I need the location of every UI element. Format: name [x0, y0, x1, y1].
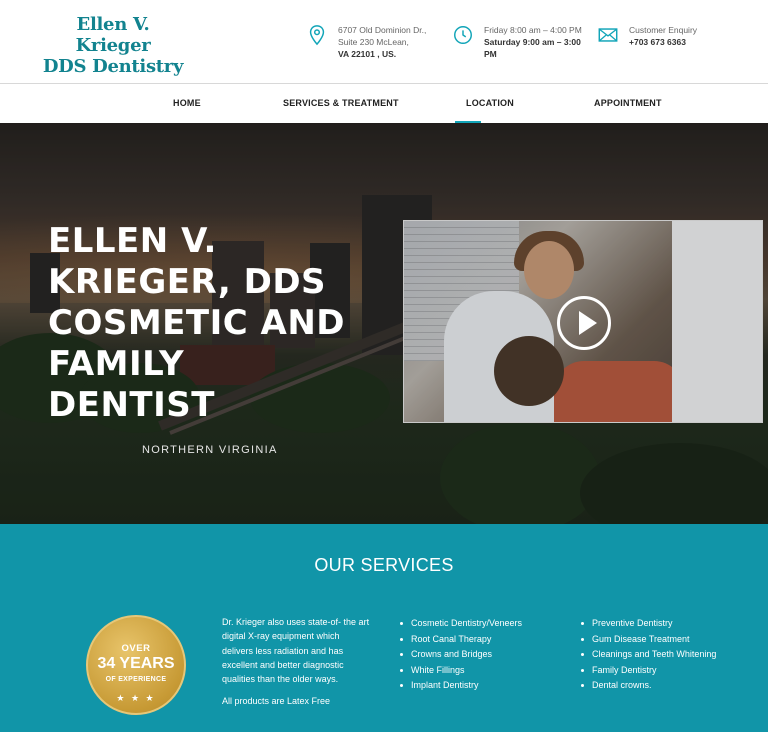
nav-services-treatment[interactable]: SERVICES & TREATMENT [283, 84, 399, 123]
site-logo[interactable]: Ellen V. Krieger DDS Dentistry [40, 14, 186, 77]
list-item[interactable]: Cosmetic Dentistry/Veneers [400, 616, 522, 632]
hero-banner: ELLEN V. KRIEGER, DDS COSMETIC AND FAMIL… [0, 123, 768, 524]
badge-line-3: OF EXPERIENCE [105, 676, 167, 683]
clock-icon [454, 26, 472, 44]
site-header: Ellen V. Krieger DDS Dentistry 6707 Old … [0, 0, 768, 84]
contact-phone[interactable]: +703 673 6363 [629, 37, 686, 47]
list-item[interactable]: Cleanings and Teeth Whitening [581, 647, 716, 663]
list-item[interactable]: White Fillings [400, 663, 522, 679]
address-line-1: 6707 Old Dominion Dr., [338, 25, 427, 35]
contact-block: Customer Enquiry +703 673 6363 [597, 24, 697, 48]
nav-location[interactable]: LOCATION [466, 84, 514, 123]
list-item[interactable]: Gum Disease Treatment [581, 632, 716, 648]
list-item[interactable]: Crowns and Bridges [400, 647, 522, 663]
services-list-2: Preventive Dentistry Gum Disease Treatme… [581, 616, 716, 694]
list-item[interactable]: Preventive Dentistry [581, 616, 716, 632]
envelope-icon [598, 28, 618, 42]
address-block: 6707 Old Dominion Dr., Suite 230 McLean,… [306, 24, 426, 60]
list-item[interactable]: Implant Dentistry [400, 678, 522, 694]
services-section: OUR SERVICES OVER 34 YEARS OF EXPERIENCE… [0, 524, 768, 732]
list-item[interactable]: Dental crowns. [581, 678, 716, 694]
nav-appointment[interactable]: APPOINTMENT [594, 84, 662, 123]
hero-title-line: COSMETIC AND [48, 303, 346, 343]
experience-badge: OVER 34 YEARS OF EXPERIENCE ★ ★ ★ [86, 615, 186, 715]
hours-line-1: Friday 8:00 am – 4:00 PM [484, 25, 582, 35]
nav-home[interactable]: HOME [173, 84, 201, 123]
hero-title: ELLEN V. KRIEGER, DDS COSMETIC AND FAMIL… [48, 221, 368, 426]
hours-block: Friday 8:00 am – 4:00 PM Saturday 9:00 a… [452, 24, 584, 60]
video-player[interactable] [403, 220, 763, 423]
badge-stars-icon: ★ ★ ★ [116, 693, 156, 703]
main-nav: HOME SERVICES & TREATMENT LOCATION APPOI… [0, 84, 768, 123]
hero-title-line: DENTIST [48, 385, 215, 425]
list-item[interactable]: Root Canal Therapy [400, 632, 522, 648]
services-title: OUR SERVICES [314, 555, 454, 575]
hours-line-3: PM [484, 49, 497, 59]
play-icon[interactable] [557, 296, 611, 350]
hero-title-line: FAMILY [48, 344, 185, 384]
address-line-3: VA 22101 , US. [338, 49, 397, 59]
list-item[interactable]: Family Dentistry [581, 663, 716, 679]
services-description: Dr. Krieger also uses state-of- the art … [222, 617, 370, 685]
hero-title-line: ELLEN V. [48, 221, 217, 261]
services-list-1: Cosmetic Dentistry/Veneers Root Canal Th… [400, 616, 522, 694]
location-pin-icon [309, 25, 325, 46]
address-line-2: Suite 230 McLean, [338, 37, 409, 47]
logo-line-2: DDS Dentistry [42, 56, 184, 77]
badge-line-2: 34 YEARS [97, 655, 175, 672]
hero-subtitle: NORTHERN VIRGINIA [142, 444, 278, 456]
contact-label: Customer Enquiry [629, 25, 698, 35]
hours-line-2: Saturday 9:00 am – 3:00 [484, 37, 581, 47]
hero-title-line: KRIEGER, DDS [48, 262, 327, 302]
latex-note: All products are Latex Free [222, 696, 331, 706]
badge-line-1: OVER [121, 643, 151, 654]
logo-line-1: Ellen V. Krieger [75, 14, 151, 56]
